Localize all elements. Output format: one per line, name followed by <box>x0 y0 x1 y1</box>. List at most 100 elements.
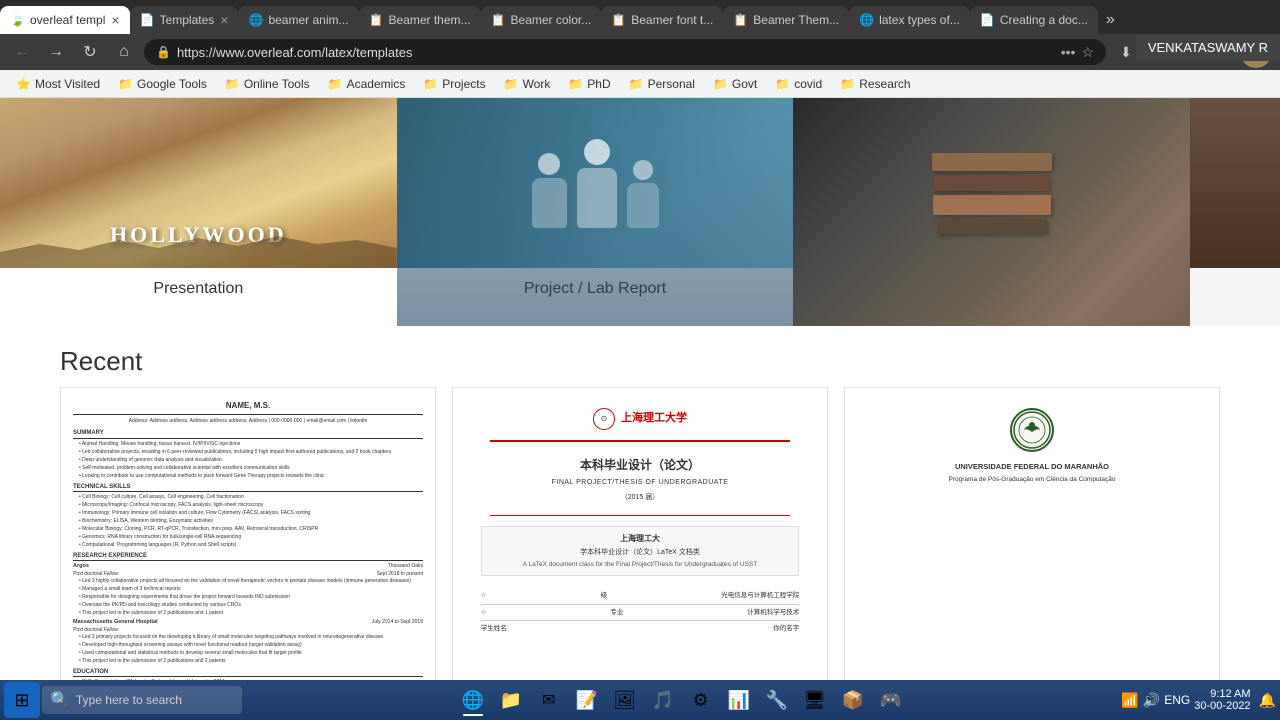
bookmark-work[interactable]: 📁 Work <box>496 75 559 93</box>
browser-icon: 🌐 <box>461 690 483 711</box>
tab-title-3: beamer anim... <box>268 13 348 27</box>
templates-row: NAME, M.S. Address: Address address, Add… <box>0 387 1280 720</box>
category-presentation[interactable]: HOLLYWOOD Presentation <box>0 98 397 326</box>
home-button[interactable]: ⌂ <box>110 38 138 66</box>
cv-name: NAME, M.S. <box>73 400 423 415</box>
forward-button[interactable]: → <box>42 38 70 66</box>
template-cv[interactable]: NAME, M.S. Address: Address address, Add… <box>60 387 436 720</box>
bookmark-label: Personal <box>648 77 695 91</box>
template-chinese-thesis[interactable]: ⊙ 上海理工大学 本科毕业设计（论文） FINAL PROJECT/THESIS… <box>452 387 828 720</box>
bookmark-academics[interactable]: 📁 Academics <box>320 75 414 93</box>
sound-icon[interactable]: 🔊 <box>1143 692 1160 709</box>
year-text: （2015 届） <box>621 493 660 503</box>
taskbar-game[interactable]: 🎮 <box>873 682 909 718</box>
bookmark-google-tools[interactable]: 📁 Google Tools <box>110 75 215 93</box>
taskbar-time-display[interactable]: 9:12 AM 30-00-2022 <box>1194 688 1254 712</box>
tab-title-7: Beamer Them... <box>753 13 839 27</box>
mail-icon: ✉ <box>542 690 555 710</box>
bookmark-covid[interactable]: 📁 covid <box>767 75 830 93</box>
url-text: https://www.overleaf.com/latex/templates <box>177 45 1055 60</box>
taskbar-date: 30-00-2022 <box>1194 700 1254 712</box>
bookmark-label: Projects <box>442 77 485 91</box>
profile-name: VENKATASWAMY R <box>1148 40 1268 55</box>
music-icon: 🎵 <box>651 690 673 711</box>
photos-icon: 🖼 <box>613 690 636 711</box>
taskbar-mail[interactable]: ✉ <box>531 682 567 718</box>
taskbar-notepad[interactable]: 📝 <box>569 682 605 718</box>
chinese-title: 本科毕业设计（论文） <box>580 457 700 474</box>
bookmark-phd[interactable]: 📁 PhD <box>560 75 618 93</box>
tools-icon: 🔧 <box>765 690 787 711</box>
tab-favicon-3: 🌐 <box>248 13 262 27</box>
desc-cn-1: 上海理工大 <box>492 533 789 544</box>
bookmark-online-tools[interactable]: 📁 Online Tools <box>217 75 318 93</box>
tab-beamer-font[interactable]: 📋 Beamer font t... <box>601 6 723 34</box>
brazil-thesis-preview: UNIVERSIDADE FEDERAL DO MARANHÃO Program… <box>845 388 1219 720</box>
bookmark-label: Work <box>523 77 551 91</box>
notifications-icon[interactable]: 🔔 <box>1259 692 1276 709</box>
package-icon: 📦 <box>841 690 863 711</box>
cv-edu-title: EDUCATION <box>73 668 423 677</box>
category-thesis[interactable]: Thesis <box>793 98 1190 326</box>
tab-beamer-color[interactable]: 📋 Beamer color... <box>481 6 602 34</box>
cv-skills-title: TECHNICAL SKILLS <box>73 483 423 492</box>
tab-creating[interactable]: 📄 Creating a doc... <box>970 6 1098 34</box>
category-partial <box>1190 98 1280 268</box>
cv-contact: Address: Address address, Address addres… <box>73 418 423 425</box>
tab-beamer-theme2[interactable]: 📋 Beamer Them... <box>723 6 849 34</box>
taskbar-spreadsheet[interactable]: 📊 <box>721 682 757 718</box>
taskbar-package[interactable]: 📦 <box>835 682 871 718</box>
template-brazil-thesis[interactable]: UNIVERSIDADE FEDERAL DO MARANHÃO Program… <box>844 387 1220 720</box>
tab-overleaf[interactable]: 🍃 overleaf templ × <box>0 6 130 34</box>
university-name: UNIVERSIDADE FEDERAL DO MARANHÃO <box>955 462 1109 473</box>
bookmark-folder-icon: 📁 <box>713 77 728 91</box>
notepad-icon: 📝 <box>575 690 597 711</box>
taskbar-terminal[interactable]: 🖥 <box>797 682 833 718</box>
game-icon: 🎮 <box>879 690 901 711</box>
taskbar-settings[interactable]: ⚙ <box>683 682 719 718</box>
tab-title-5: Beamer color... <box>511 13 592 27</box>
tab-latex-types[interactable]: 🌐 latex types of... <box>849 6 970 34</box>
chinese-thesis-preview: ⊙ 上海理工大学 本科毕业设计（论文） FINAL PROJECT/THESIS… <box>453 388 827 720</box>
tab-close-1[interactable]: × <box>111 12 119 28</box>
tab-templates[interactable]: 📄 Templates × <box>130 6 239 34</box>
taskbar-tools[interactable]: 🔧 <box>759 682 795 718</box>
bookmark-label: covid <box>794 77 822 91</box>
tab-title-6: Beamer font t... <box>631 13 713 27</box>
taskbar-photos[interactable]: 🖼 <box>607 682 643 718</box>
bookmark-label: Research <box>859 77 910 91</box>
desc-cn-2: 学本科毕业设计（论文）LaTeX 文档类 <box>492 548 789 558</box>
bookmark-projects[interactable]: 📁 Projects <box>415 75 493 93</box>
terminal-icon: 🖥 <box>803 690 826 711</box>
settings-icon: ⚙ <box>693 690 709 711</box>
network-icon[interactable]: 📶 <box>1121 692 1138 709</box>
bookmark-star-icon[interactable]: ☆ <box>1081 44 1094 61</box>
red-divider <box>490 440 791 442</box>
tab-favicon-1: 🍃 <box>10 13 24 27</box>
recent-heading: Recent <box>60 346 142 376</box>
back-button[interactable]: ← <box>8 38 36 66</box>
taskbar-music[interactable]: 🎵 <box>645 682 681 718</box>
taskbar-browser[interactable]: 🌐 <box>455 682 491 718</box>
tab-beamer-theme[interactable]: 📋 Beamer them... <box>359 6 481 34</box>
bookmark-research[interactable]: 📁 Research <box>832 75 918 93</box>
bookmark-label: Govt <box>732 77 757 91</box>
bookmark-personal[interactable]: 📁 Personal <box>621 75 703 93</box>
spreadsheet-icon: 📊 <box>727 690 749 711</box>
tab-favicon-4: 📋 <box>369 13 383 27</box>
tab-close-2[interactable]: × <box>220 12 228 28</box>
bookmark-govt[interactable]: 📁 Govt <box>705 75 765 93</box>
start-button[interactable]: ⊞ <box>4 682 40 718</box>
bookmark-label: Google Tools <box>137 77 207 91</box>
taskbar-explorer[interactable]: 📁 <box>493 682 529 718</box>
address-field[interactable]: 🔒 https://www.overleaf.com/latex/templat… <box>144 39 1106 65</box>
bookmark-most-visited[interactable]: ⭐ Most Visited <box>8 75 108 93</box>
tab-more-button[interactable]: » <box>1098 11 1123 29</box>
taskbar-search[interactable]: 🔍 Type here to search <box>42 686 242 714</box>
language-badge[interactable]: ENG <box>1164 693 1190 707</box>
tab-beamer-anim[interactable]: 🌐 beamer anim... <box>238 6 358 34</box>
refresh-button[interactable]: ↻ <box>76 38 104 66</box>
category-project[interactable]: Project / Lab Report <box>397 98 794 326</box>
bookmark-label: Academics <box>347 77 406 91</box>
bookmark-folder-icon: 📁 <box>775 77 790 91</box>
